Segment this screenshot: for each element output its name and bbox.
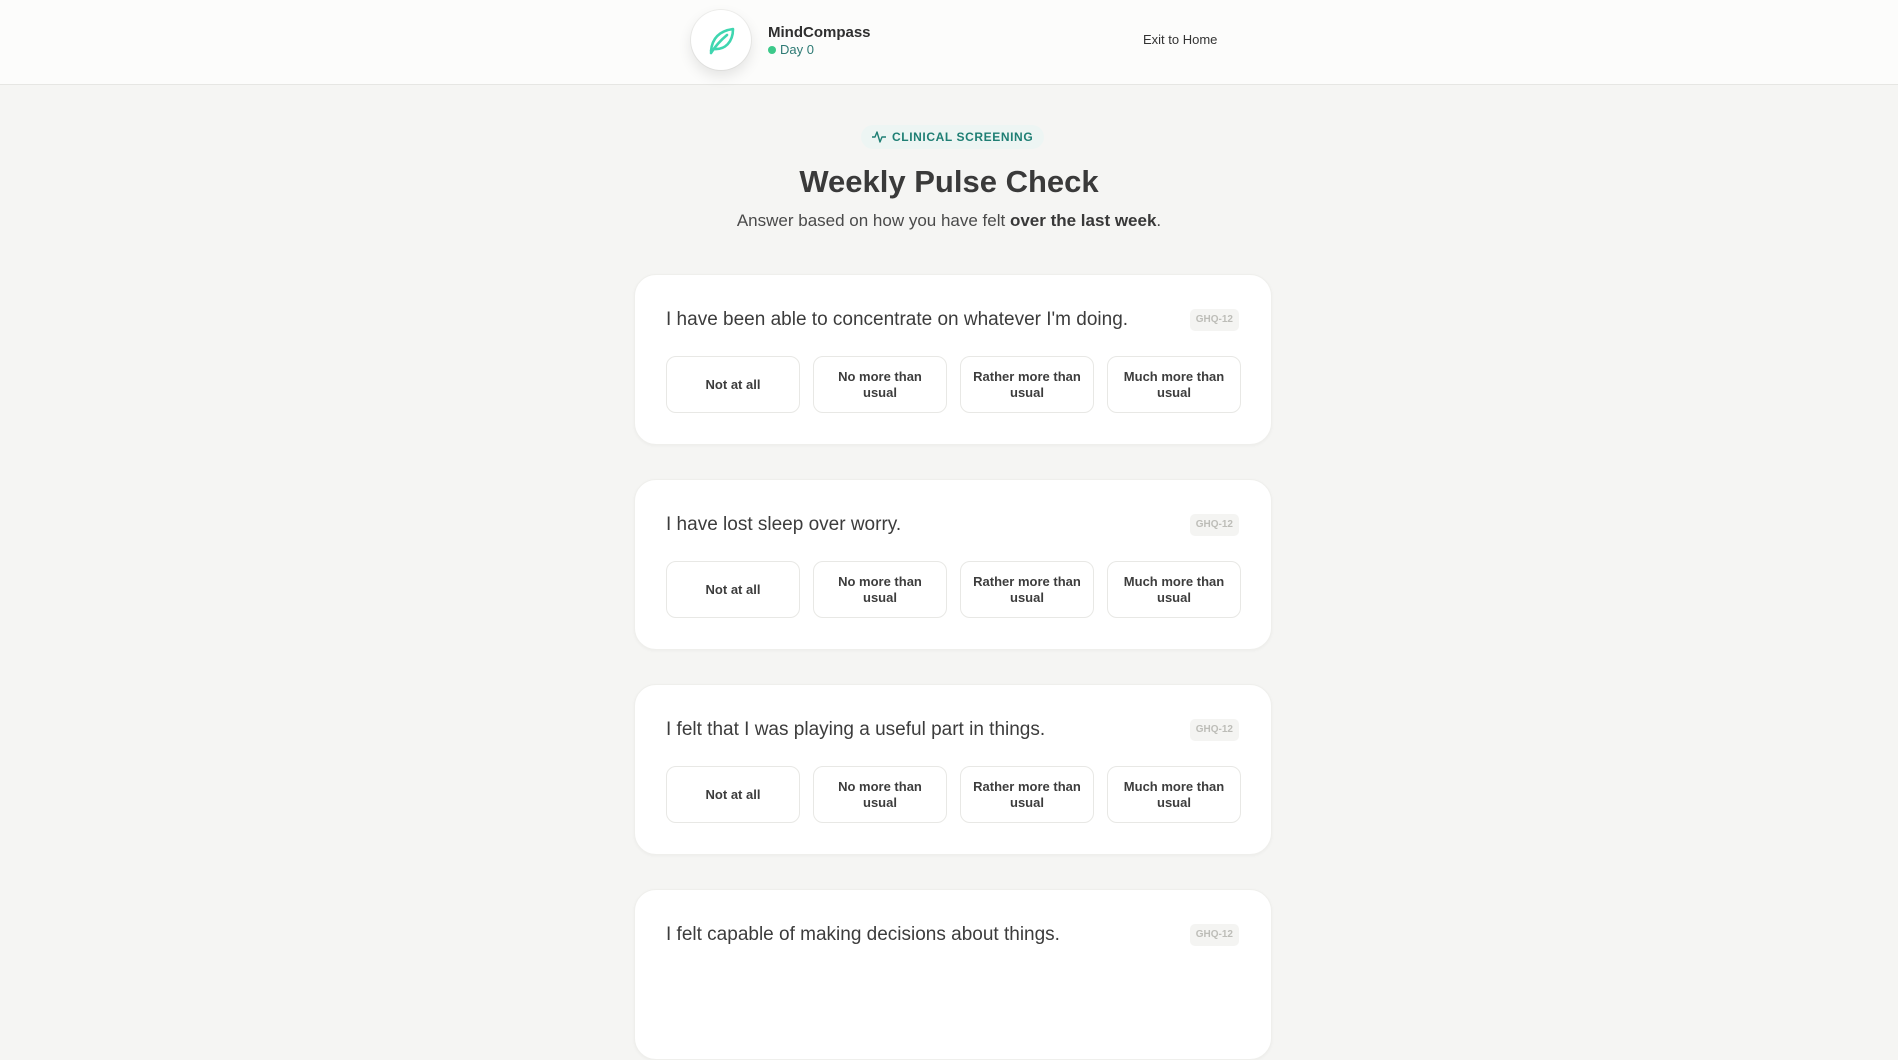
option-rather-more-than-usual[interactable]: Rather more than usual: [960, 356, 1094, 413]
subtitle-emphasis: over the last week: [1009, 211, 1157, 230]
answer-options: Not at all No more than usual Rather mor…: [666, 766, 1241, 823]
answer-options: Not at all No more than usual Rather mor…: [666, 356, 1241, 413]
exit-to-home-link[interactable]: Exit to Home: [1143, 32, 1217, 47]
option-no-more-than-usual[interactable]: No more than usual: [813, 356, 947, 413]
questionnaire-tag: GHQ-12: [1189, 924, 1239, 946]
questionnaire-tag: GHQ-12: [1189, 309, 1239, 331]
questionnaire-tag: GHQ-12: [1189, 514, 1239, 536]
option-much-more-than-usual[interactable]: Much more than usual: [1107, 561, 1241, 618]
page-title: Weekly Pulse Check: [799, 164, 1099, 199]
answer-options: Not at all No more than usual Rather mor…: [666, 561, 1241, 618]
option-not-at-all[interactable]: Not at all: [666, 356, 800, 413]
subtitle-text: Answer based on how you have felt: [736, 211, 1010, 230]
badge-label: CLINICAL SCREENING: [892, 130, 1034, 144]
clinical-screening-badge: CLINICAL SCREENING: [861, 125, 1045, 149]
option-not-at-all[interactable]: Not at all: [666, 561, 800, 618]
brand-name: MindCompass: [768, 24, 871, 41]
option-much-more-than-usual[interactable]: Much more than usual: [1107, 356, 1241, 413]
leaf-icon: [709, 27, 735, 55]
question-text: I felt capable of making decisions about…: [666, 924, 1060, 945]
questionnaire-tag: GHQ-12: [1189, 719, 1239, 741]
page-subtitle: Answer based on how you have felt over t…: [0, 211, 1898, 231]
option-rather-more-than-usual[interactable]: Rather more than usual: [960, 766, 1094, 823]
pulse-icon: [872, 131, 886, 143]
top-navigation-bar: MindCompass Day 0 Exit to Home: [0, 0, 1898, 85]
question-text: I felt that I was playing a useful part …: [666, 719, 1046, 740]
question-text: I have been able to concentrate on whate…: [666, 309, 1129, 330]
question-card: I have been able to concentrate on whate…: [634, 274, 1272, 445]
option-no-more-than-usual[interactable]: No more than usual: [813, 766, 947, 823]
option-not-at-all[interactable]: Not at all: [666, 766, 800, 823]
status-dot-icon: [768, 45, 776, 54]
question-text: I have lost sleep over worry.: [666, 514, 902, 535]
question-card: I felt that I was playing a useful part …: [634, 684, 1272, 855]
subtitle-end: .: [1156, 211, 1162, 230]
day-indicator: Day 0: [768, 42, 814, 57]
option-rather-more-than-usual[interactable]: Rather more than usual: [960, 561, 1094, 618]
app-logo: [691, 10, 751, 70]
question-card: I have lost sleep over worry. GHQ-12 Not…: [634, 479, 1272, 650]
day-label: Day 0: [780, 42, 814, 57]
option-no-more-than-usual[interactable]: No more than usual: [813, 561, 947, 618]
option-much-more-than-usual[interactable]: Much more than usual: [1107, 766, 1241, 823]
question-card: I felt capable of making decisions about…: [634, 889, 1272, 1060]
